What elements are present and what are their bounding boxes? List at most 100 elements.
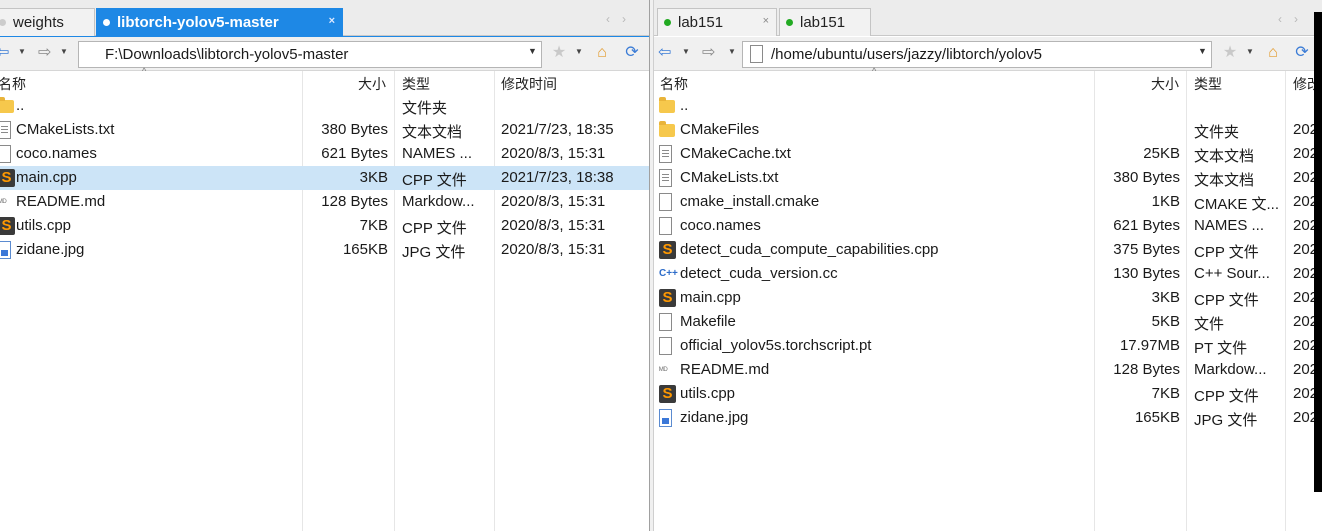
file-row[interactable]: CMakeFiles 文件夹 202: [654, 118, 1322, 142]
tab-label: libtorch-yolov5-master: [117, 14, 279, 31]
file-row[interactable]: Smain.cpp 3KB CPP 文件 2021/7/23, 18:38: [0, 166, 649, 190]
column-size-header[interactable]: 大小: [1151, 74, 1179, 94]
tab-prev-icon[interactable]: ‹: [1278, 12, 1294, 26]
column-type-header[interactable]: 类型: [402, 74, 430, 94]
tab-next-icon[interactable]: ›: [622, 12, 638, 26]
refresh-icon[interactable]: ⟳: [1292, 43, 1312, 63]
column-type-header[interactable]: 类型: [1194, 74, 1222, 94]
file-size: 380 Bytes: [321, 121, 388, 138]
file-modified: 2020/8/3, 15:31: [501, 241, 606, 258]
back-dropdown-icon[interactable]: ▼: [18, 47, 26, 56]
file-row[interactable]: official_yolov5s.torchscript.pt 17.97MB PT…: [654, 334, 1322, 358]
file-size: 128 Bytes: [1113, 361, 1180, 378]
file-name: CMakeLists.txt: [16, 121, 115, 138]
file-name: coco.names: [16, 145, 97, 162]
home-folder-icon[interactable]: ⌂: [592, 43, 612, 63]
tab-libtorch-yolov5-master[interactable]: libtorch-yolov5-master ×: [96, 8, 343, 36]
file-row[interactable]: .. 文件夹: [0, 94, 649, 118]
column-size-header[interactable]: 大小: [358, 74, 386, 94]
file-type: Markdow...: [1194, 361, 1267, 378]
column-name-header[interactable]: 名称: [660, 74, 688, 94]
sort-up-icon: ^: [872, 66, 877, 76]
forward-dropdown-icon[interactable]: ▼: [60, 47, 68, 56]
path-input[interactable]: F:\Downloads\libtorch-yolov5-master: [78, 41, 542, 68]
file-size: 375 Bytes: [1113, 241, 1180, 258]
bookmark-dropdown-icon[interactable]: ▼: [1246, 47, 1254, 56]
folder-icon: [659, 97, 675, 113]
tab-lab151-2[interactable]: lab151: [779, 8, 871, 36]
file-type: 文本文档: [1194, 148, 1255, 165]
file-row[interactable]: Sutils.cpp 7KB CPP 文件 202: [654, 382, 1322, 406]
cpp-source-icon: C++: [659, 268, 678, 279]
file-type: CPP 文件: [1194, 244, 1259, 261]
file-row[interactable]: C++ detect_cuda_version.cc 130 Bytes C++ So…: [654, 262, 1322, 286]
file-row[interactable]: ᴹᴰ README.md 128 Bytes Markdow... 202: [654, 358, 1322, 382]
home-folder-icon[interactable]: ⌂: [1263, 43, 1283, 63]
tab-close-icon[interactable]: ×: [763, 15, 769, 27]
forward-arrow-icon[interactable]: ⇨: [38, 42, 51, 64]
folder-icon: [0, 97, 14, 113]
sublime-text-icon: S: [0, 217, 15, 235]
file-row[interactable]: zidane.jpg 165KB JPG 文件 2020/8/3, 15:31: [0, 238, 649, 262]
local-file-pane: weights libtorch-yolov5-master × ‹› ⇦ ▼ …: [0, 0, 649, 531]
folder-icon: [659, 121, 675, 137]
tab-close-icon[interactable]: ×: [329, 15, 335, 27]
file-name: official_yolov5s.torchscript.pt: [680, 337, 872, 354]
file-size: 128 Bytes: [321, 193, 388, 210]
tab-status-dot: [0, 19, 6, 26]
file-size: 130 Bytes: [1113, 265, 1180, 282]
file-size: 5KB: [1151, 313, 1180, 330]
file-row[interactable]: Smain.cpp 3KB CPP 文件 202: [654, 286, 1322, 310]
back-arrow-icon[interactable]: ⇦: [0, 42, 9, 64]
tab-next-icon[interactable]: ›: [1294, 12, 1310, 26]
file-type: 文件夹: [402, 100, 448, 117]
right-file-list: .. CMakeFiles 文件夹 202 CMakeCache.txt 25KB 文本文档…: [654, 94, 1322, 430]
path-history-dropdown-icon[interactable]: ▼: [1198, 46, 1207, 56]
file-name: utils.cpp: [680, 385, 736, 402]
file-row[interactable]: zidane.jpg 165KB JPG 文件 202: [654, 406, 1322, 430]
file-name: main.cpp: [680, 289, 741, 306]
path-input[interactable]: /home/ubuntu/users/jazzy/libtorch/yolov5: [742, 41, 1212, 68]
file-type: CPP 文件: [402, 220, 467, 237]
file-row[interactable]: Makefile 5KB 文件 202: [654, 310, 1322, 334]
file-row[interactable]: CMakeLists.txt 380 Bytes 文本文档 202: [654, 166, 1322, 190]
file-row[interactable]: ᴹᴰ README.md 128 Bytes Markdow... 2020/8/3, …: [0, 190, 649, 214]
file-size: 165KB: [1134, 409, 1180, 426]
file-type: PT 文件: [1194, 340, 1248, 357]
file-icon: [659, 193, 672, 211]
file-modified: 2021/7/23, 18:38: [501, 169, 614, 186]
left-column-header: 名称 ^ 大小 类型 修改时间: [0, 66, 649, 94]
star-icon[interactable]: ★: [549, 43, 569, 63]
path-history-dropdown-icon[interactable]: ▼: [528, 46, 537, 56]
file-size: 621 Bytes: [321, 145, 388, 162]
tab-lab151-1[interactable]: lab151 ×: [657, 8, 777, 36]
forward-arrow-icon[interactable]: ⇨: [702, 42, 715, 64]
tab-scroll-arrows[interactable]: ‹›: [606, 12, 638, 26]
back-arrow-icon[interactable]: ⇦: [658, 42, 671, 64]
file-row[interactable]: coco.names 621 Bytes NAMES ... 2020/8/3, 15…: [0, 142, 649, 166]
tab-scroll-arrows[interactable]: ‹›: [1278, 12, 1310, 26]
file-row[interactable]: coco.names 621 Bytes NAMES ... 202: [654, 214, 1322, 238]
refresh-icon[interactable]: ⟳: [622, 43, 642, 63]
back-dropdown-icon[interactable]: ▼: [682, 47, 690, 56]
tab-weights[interactable]: weights: [0, 8, 95, 36]
star-icon[interactable]: ★: [1220, 43, 1240, 63]
file-type: JPG 文件: [402, 244, 466, 261]
right-tab-bar: lab151 × lab151 ‹›: [654, 0, 1322, 36]
column-name-header[interactable]: 名称: [0, 74, 26, 94]
bookmark-dropdown-icon[interactable]: ▼: [575, 47, 583, 56]
file-type: Markdow...: [402, 193, 475, 210]
file-name: detect_cuda_compute_capabilities.cpp: [680, 241, 939, 258]
file-row[interactable]: CMakeCache.txt 25KB 文本文档 202: [654, 142, 1322, 166]
file-row[interactable]: cmake_install.cmake 1KB CMAKE 文... 202: [654, 190, 1322, 214]
file-row[interactable]: ..: [654, 94, 1322, 118]
sublime-text-icon: S: [659, 385, 676, 403]
remote-file-pane: lab151 × lab151 ‹› ⇦ ▼ ⇨ ▼ /home/ubuntu/…: [654, 0, 1322, 531]
file-row[interactable]: Sutils.cpp 7KB CPP 文件 2020/8/3, 15:31: [0, 214, 649, 238]
column-modified-header[interactable]: 修改时间: [501, 74, 557, 94]
file-row[interactable]: CMakeLists.txt 380 Bytes 文本文档 2021/7/23, 18…: [0, 118, 649, 142]
file-row[interactable]: Sdetect_cuda_compute_capabilities.cpp 375…: [654, 238, 1322, 262]
forward-dropdown-icon[interactable]: ▼: [728, 47, 736, 56]
tab-prev-icon[interactable]: ‹: [606, 12, 622, 26]
file-modified: 2020/8/3, 15:31: [501, 217, 606, 234]
